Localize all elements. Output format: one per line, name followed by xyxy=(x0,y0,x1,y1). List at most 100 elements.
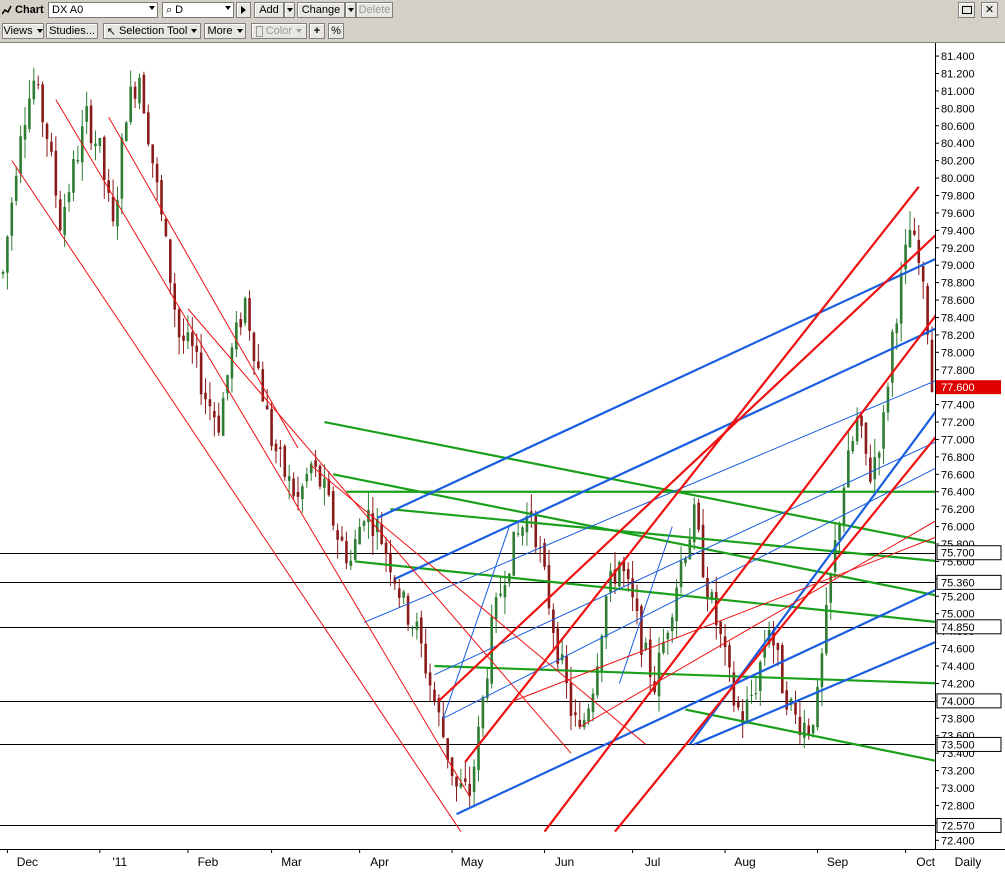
close-window-button[interactable]: ✕ xyxy=(981,2,998,18)
symbol-input[interactable]: DX A0 xyxy=(48,2,158,18)
candle-body xyxy=(750,694,753,696)
candle-body xyxy=(477,726,480,771)
studies-button[interactable]: Studies... xyxy=(46,23,98,39)
candle-body xyxy=(120,137,124,199)
candle-body xyxy=(173,283,177,310)
candle-body xyxy=(604,595,608,638)
candle-body xyxy=(446,738,449,760)
add-dropdown-button[interactable] xyxy=(284,2,295,18)
search-icon[interactable]: ⌕ xyxy=(166,4,172,17)
candle xyxy=(692,497,696,550)
y-tick-label: 78.000 xyxy=(941,347,975,359)
x-tick-label: Mar xyxy=(281,855,302,869)
candle-body xyxy=(151,144,154,164)
candle-body xyxy=(76,159,80,162)
candle xyxy=(543,538,546,571)
candle-body xyxy=(72,159,75,193)
y-tick-label: 79.200 xyxy=(941,243,975,255)
candle-body xyxy=(842,487,846,527)
candle-body xyxy=(58,199,62,231)
candle-body xyxy=(803,722,806,738)
play-icon xyxy=(241,6,246,14)
add-button[interactable]: Add xyxy=(254,2,284,18)
candle-body xyxy=(574,712,577,716)
candle-body xyxy=(635,598,639,612)
candle-body xyxy=(463,778,467,782)
candle-body xyxy=(177,309,181,338)
candle-body xyxy=(745,699,749,722)
candle-body xyxy=(776,643,780,650)
candle-body xyxy=(811,724,815,734)
candle-body xyxy=(921,266,925,282)
candle-body xyxy=(908,230,912,248)
candle-body xyxy=(419,617,423,644)
percent-button[interactable]: % xyxy=(328,23,344,39)
candle-body xyxy=(199,352,203,395)
delete-button[interactable]: Delete xyxy=(356,2,393,18)
level-label: 75.700 xyxy=(941,548,975,560)
play-button[interactable] xyxy=(236,2,251,18)
crosshair-button[interactable]: + xyxy=(309,23,325,39)
candle-body xyxy=(864,422,868,454)
y-tick-label: 76.600 xyxy=(941,469,975,481)
x-tick-label: Dec xyxy=(17,855,38,869)
chart-label: Chart xyxy=(15,4,44,16)
y-tick-label: 74.600 xyxy=(941,644,975,656)
chart-menu[interactable]: Chart xyxy=(1,2,48,18)
y-tick-label: 76.000 xyxy=(941,522,975,534)
candle-body xyxy=(124,122,128,142)
candle-body xyxy=(230,347,234,379)
candle-body xyxy=(50,141,53,152)
period-value: D xyxy=(175,4,184,16)
candle-body xyxy=(441,716,445,738)
candle-body xyxy=(882,412,885,449)
studies-label: Studies... xyxy=(49,25,95,37)
chevron-down-icon xyxy=(36,29,43,33)
candle-body xyxy=(23,124,27,140)
selection-tool-menu[interactable]: ↖ Selection Tool xyxy=(103,23,201,39)
candle xyxy=(318,464,322,490)
candle-body xyxy=(494,597,498,620)
candle-body xyxy=(204,392,207,400)
price-chart[interactable]: 81.400 81.200 81.000 80.800 80.600 80.400 80.2… xyxy=(0,43,1005,874)
candle-body xyxy=(648,639,652,678)
restore-window-button[interactable] xyxy=(958,2,975,18)
candle-body xyxy=(930,339,934,393)
color-menu[interactable]: Color xyxy=(251,23,307,39)
y-tick-label: 80.200 xyxy=(941,156,975,168)
chart-window: Chart DX A0 ⌕ D Add Change Delete ✕ View… xyxy=(0,0,1005,874)
y-tick-label: 78.600 xyxy=(941,295,975,307)
more-menu[interactable]: More xyxy=(204,23,246,39)
candle-body xyxy=(41,84,44,123)
x-tick-label: Jul xyxy=(645,855,660,869)
period-input[interactable]: ⌕ D xyxy=(162,2,234,18)
views-menu[interactable]: Views xyxy=(2,23,44,39)
chevron-down-icon[interactable] xyxy=(225,6,231,10)
candle-body xyxy=(89,105,93,144)
candle-body xyxy=(692,504,696,543)
chevron-down-icon xyxy=(347,8,354,12)
candle-body xyxy=(340,536,344,541)
x-tick-label: Jun xyxy=(555,855,574,869)
candle xyxy=(331,486,335,531)
candle-body xyxy=(1,272,5,275)
candle-body xyxy=(913,230,916,235)
candle xyxy=(270,402,273,451)
candle-body xyxy=(235,322,238,350)
change-dropdown-button[interactable] xyxy=(345,2,356,18)
last-price-label: 77.600 xyxy=(941,382,975,394)
candle-body xyxy=(428,672,432,686)
candle-body xyxy=(499,593,502,596)
chart-area[interactable]: 81.400 81.200 81.000 80.800 80.600 80.400 80.2… xyxy=(0,43,1005,874)
candle xyxy=(243,296,247,327)
x-tick-label: May xyxy=(461,855,484,869)
candle-body xyxy=(851,441,855,452)
candle-body xyxy=(389,552,392,573)
candle-body xyxy=(129,86,132,123)
candle-body xyxy=(397,588,401,598)
change-button[interactable]: Change xyxy=(297,2,345,18)
candle-body xyxy=(895,323,899,334)
chevron-down-icon xyxy=(191,29,198,33)
chevron-down-icon[interactable] xyxy=(149,6,155,10)
level-label: 74.000 xyxy=(941,696,975,708)
